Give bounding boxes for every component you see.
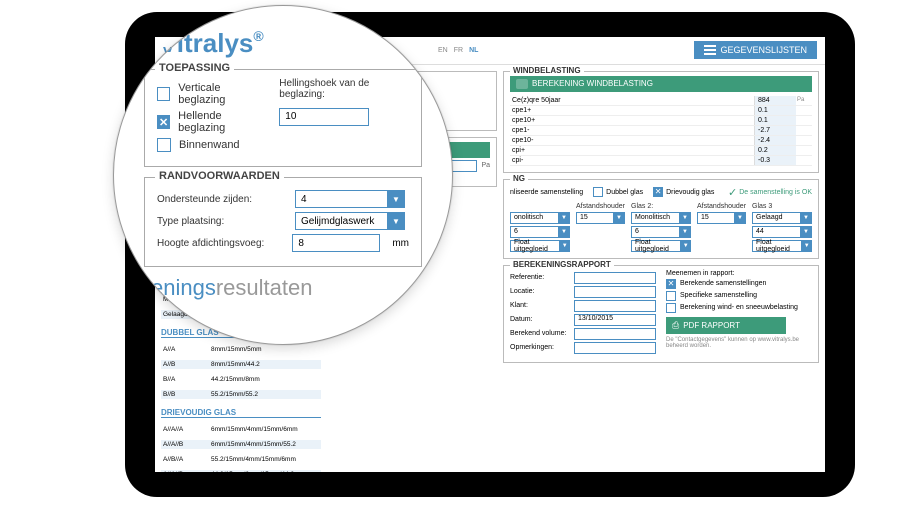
- g2-type-select[interactable]: Monolitisch: [631, 212, 691, 224]
- check-verticale[interactable]: Verticale beglazing: [157, 82, 265, 106]
- meenemen-label: Meenemen in rapport:: [666, 270, 812, 277]
- check-hellende[interactable]: ✕Hellende beglazing: [157, 110, 265, 134]
- checkbox-icon: ✕: [666, 279, 676, 289]
- dubbel-glas-check[interactable]: Dubbel glas: [593, 187, 643, 197]
- g2-treat-select[interactable]: Float uitgegloeid: [631, 240, 691, 252]
- drie-glas-title: DRIEVOUDIG GLAS: [161, 408, 321, 418]
- opm-input[interactable]: [574, 342, 656, 354]
- datum-input[interactable]: 13/10/2015: [574, 314, 656, 326]
- klant-input[interactable]: [574, 300, 656, 312]
- wind-calc-button[interactable]: BEREKENING WINDBELASTING: [510, 76, 812, 92]
- type-select[interactable]: Gelijmdglaswerk: [295, 212, 405, 230]
- table-row: cpi--0.3: [510, 156, 812, 166]
- checkbox-icon: [157, 138, 171, 152]
- nav-gegevenslijsten-button[interactable]: GEGEVENSLIJSTEN: [694, 41, 817, 59]
- table-row[interactable]: A//A//A6mm/15mm/4mm/15mm/6mm: [161, 425, 321, 434]
- lang-fr[interactable]: FR: [454, 47, 463, 54]
- ref-input[interactable]: [574, 272, 656, 284]
- pdf-rapport-button[interactable]: ⎙ PDF RAPPORT: [666, 317, 786, 334]
- g1-thick-select[interactable]: 6: [510, 226, 570, 238]
- table-row[interactable]: A//B//A55.2/15mm/4mm/15mm/6mm: [161, 455, 321, 464]
- table-row: cpe10--2.4: [510, 136, 812, 146]
- checkbox-icon: ✕: [653, 187, 663, 197]
- table-row[interactable]: A//A//B6mm/15mm/4mm/15mm/55.2: [161, 440, 321, 449]
- mag-results-heading: keningsresultaten: [140, 275, 422, 301]
- afst2-select[interactable]: 15: [697, 212, 746, 224]
- pdf-icon: ⎙: [672, 320, 679, 331]
- rapport-note: De "Contactgegevens" kunnen op www.vitra…: [666, 337, 812, 349]
- calc-icon: [516, 79, 528, 89]
- comp-grid: onolitisch 6 Float uitgegloeid Afstandsh…: [510, 203, 812, 252]
- table-row[interactable]: B//A44.2/15mm/8mm: [161, 375, 321, 384]
- wind-title: WINDBELASTING: [510, 66, 584, 75]
- mag-toepassing-title: TOEPASSING: [155, 62, 234, 74]
- rapport-panel: BEREKENINGSRAPPORT Referentie: Locatie: …: [503, 265, 819, 363]
- check-binnenwand[interactable]: Binnenwand: [157, 138, 265, 152]
- personalised-label: nliseerde samenstelling: [510, 189, 583, 196]
- sides-select[interactable]: 4: [295, 190, 405, 208]
- table-row[interactable]: B//B55.2/15mm/55.2: [161, 390, 321, 399]
- mag-toepassing-panel: TOEPASSING Verticale beglazing ✕Hellende…: [144, 69, 422, 167]
- table-row: cpi+0.2: [510, 146, 812, 156]
- comp-status-row: nliseerde samenstelling Dubbel glas ✕Dri…: [510, 186, 812, 199]
- g2-thick-select[interactable]: 6: [631, 226, 691, 238]
- magnifier-overlay: VitVitralys® TOEPASSING Verticale beglaz…: [113, 5, 453, 345]
- right-column: WINDBELASTING BEREKENING WINDBELASTING C…: [503, 71, 819, 472]
- check-windsneeuw[interactable]: Berekening wind- en sneeuwbelasting: [666, 303, 812, 313]
- table-row[interactable]: A//A//B44.2/15mm/6mm/15mm/44.2: [161, 470, 321, 472]
- vol-input[interactable]: [574, 328, 656, 340]
- mag-rand-title: RANDVOORWAARDEN: [155, 170, 284, 182]
- g3-type-select[interactable]: Gelaagd: [752, 212, 812, 224]
- samenstelling-title: NG: [510, 174, 528, 183]
- loc-input[interactable]: [574, 286, 656, 298]
- mag-randvoorwaarden-panel: RANDVOORWAARDEN Ondersteunde zijden:4 Ty…: [144, 177, 422, 267]
- wind-table: Ce(z)qre 50jaar884Pa cpe1+0.1 cpe10+0.1 …: [510, 96, 812, 166]
- lang-nl[interactable]: NL: [469, 47, 478, 54]
- table-row: cpe1--2.7: [510, 126, 812, 136]
- table-row: cpe1+0.1: [510, 106, 812, 116]
- checkbox-icon: [157, 87, 170, 101]
- table-row: cpe10+0.1: [510, 116, 812, 126]
- checkbox-icon: [593, 187, 603, 197]
- seal-input[interactable]: [292, 234, 380, 252]
- g3-treat-select[interactable]: Float uitgegloeid: [752, 240, 812, 252]
- table-row[interactable]: A//A8mm/15mm/5mm: [161, 345, 321, 354]
- comp-ok-status: ✓De samenstelling is OK: [728, 186, 812, 199]
- drie-glas-check[interactable]: ✕Drievoudig glas: [653, 187, 714, 197]
- check-icon: ✓: [728, 186, 737, 199]
- lang-en[interactable]: EN: [438, 47, 448, 54]
- language-switch[interactable]: EN FR NL: [438, 47, 478, 54]
- checkbox-icon: [666, 303, 676, 313]
- table-row[interactable]: A//B8mm/15mm/44.2: [161, 360, 321, 369]
- g1-treat-select[interactable]: Float uitgegloeid: [510, 240, 570, 252]
- hamburger-icon: [704, 45, 716, 55]
- samenstelling-panel: NG nliseerde samenstelling Dubbel glas ✕…: [503, 179, 819, 259]
- g1-type-select[interactable]: onolitisch: [510, 212, 570, 224]
- checkbox-icon: ✕: [157, 115, 170, 129]
- angle-input[interactable]: [279, 108, 369, 126]
- check-specifieke[interactable]: Specifieke samenstelling: [666, 291, 812, 301]
- wind-panel: WINDBELASTING BEREKENING WINDBELASTING C…: [503, 71, 819, 173]
- check-berekende[interactable]: ✕Berekende samenstellingen: [666, 279, 812, 289]
- rapport-title: BEREKENINGSRAPPORT: [510, 260, 614, 269]
- angle-label: Hellingshoek van de beglazing:: [279, 78, 409, 100]
- table-row: Ce(z)qre 50jaar884Pa: [510, 96, 812, 106]
- wind-calc-label: BEREKENING WINDBELASTING: [532, 79, 653, 88]
- g3-thick-select[interactable]: 44: [752, 226, 812, 238]
- checkbox-icon: [666, 291, 676, 301]
- afst1-select[interactable]: 15: [576, 212, 625, 224]
- nav-label: GEGEVENSLIJSTEN: [720, 45, 807, 55]
